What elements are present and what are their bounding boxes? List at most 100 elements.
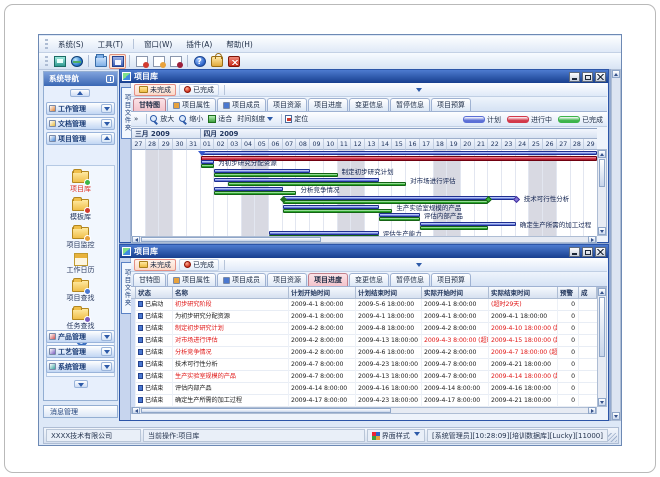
tab-项目进度[interactable]: 项目进度 [308,273,348,286]
zoom-out-button[interactable]: 缩小 [179,114,203,124]
monitor-button[interactable] [51,54,68,69]
column-header-计划结束时间[interactable]: 计划结束时间 [356,287,422,299]
table-window-titlebar[interactable]: 项目库 [120,245,608,258]
doc-add-button[interactable] [133,54,150,69]
table-hscrollbar[interactable] [131,407,597,414]
table-row[interactable]: 已启动初步研究阶段2009-4-1 8:00:002009-5-6 18:00:… [131,299,597,311]
group-chevron-button[interactable] [101,332,112,341]
menu-item-窗口[interactable]: 窗口(W) [137,37,179,52]
sidebar-item-项目库[interactable]: 项目库 [47,166,114,194]
actual-bar[interactable] [201,164,215,168]
locate-button[interactable]: 定位 [285,114,308,124]
tab-暂停信息[interactable]: 暂停信息 [390,273,430,286]
restore-button[interactable] [582,247,593,257]
sidebar-group-工艺管理[interactable]: 工艺管理 [46,345,115,358]
gantt-vscrollbar[interactable] [597,149,607,236]
tab-项目进度[interactable]: 项目进度 [308,98,348,111]
sidebar-group-项目管理[interactable]: 项目管理 [46,132,115,145]
tab-项目成员[interactable]: 项目成员 [217,273,266,286]
table-row[interactable]: 已结束分析竞争情况2009-4-2 8:00:002009-4-6 18:00:… [131,347,597,359]
sidebar-group-产品管理[interactable]: 产品管理 [46,330,115,343]
actual-bar[interactable] [214,191,296,195]
close-button[interactable] [595,72,606,82]
tab-暂停信息[interactable]: 暂停信息 [390,98,430,111]
table-vscrollbar[interactable] [597,287,607,407]
restore-button[interactable] [582,72,593,82]
actual-bar[interactable] [420,226,489,230]
incomplete-filter-button[interactable]: 未完成 [134,259,176,271]
sidebar-item-任务查找[interactable]: 任务查找 [47,303,114,331]
group-chevron-button[interactable] [101,104,112,113]
tab-项目资源[interactable]: 项目资源 [267,273,307,286]
actual-bar[interactable] [283,209,393,213]
summary-plan-bar[interactable] [201,151,597,155]
table-row[interactable]: 已结束生产实验室规模的产品2009-4-7 8:00:002009-4-13 1… [131,371,597,383]
plan-bar[interactable] [283,196,516,200]
group-chevron-button[interactable] [101,362,112,371]
timescale-dropdown[interactable]: 时间刻度 [237,114,273,124]
tab-变更信息[interactable]: 变更信息 [349,273,389,286]
sidebar-tab-message-management[interactable]: 消息管理 [43,405,118,418]
pin-icon[interactable] [106,75,114,83]
filter-dropdown-icon[interactable] [416,263,422,267]
resize-grip[interactable] [608,433,617,442]
ui-style-dropdown[interactable]: 界面样式 [367,429,425,442]
column-header-预警[interactable]: 预警 [558,287,579,299]
sidebar-item-工作日历[interactable]: 工作日历 [47,250,114,275]
menu-item-工具[interactable]: 工具(T) [91,37,130,52]
tab-项目预算[interactable]: 项目预算 [431,98,471,111]
table-row[interactable]: 已结束确定生产所需的加工过程2009-4-17 8:00:002009-4-23… [131,395,597,407]
folder-button[interactable] [92,54,109,69]
sidebar-group-工作管理[interactable]: 工作管理 [46,102,115,115]
sidebar-item-项目查找[interactable]: 项目查找 [47,275,114,303]
doc-del-button[interactable] [167,54,184,69]
actual-bar[interactable] [214,173,337,177]
group-chevron-button[interactable] [101,347,112,356]
column-header-实际结束时间[interactable]: 实际结束时间 [489,287,558,299]
table-row[interactable]: 已结束技术可行性分析2009-4-7 8:00:002009-4-23 18:0… [131,359,597,371]
sidebar-item-项目监控[interactable]: 项目监控 [47,222,114,250]
more-tools-button[interactable]: » [134,115,138,123]
tab-甘特图[interactable]: 甘特图 [133,98,166,111]
exit-button[interactable] [225,54,242,69]
minimize-button[interactable] [569,247,580,257]
actual-bar[interactable] [379,217,420,221]
project-folder-tab[interactable]: 项目文件夹 [121,87,131,139]
gantt-hscrollbar[interactable] [131,236,597,243]
minimize-button[interactable] [569,72,580,82]
sidebar-collapse-button[interactable] [70,89,90,97]
column-header-实际开始时间[interactable]: 实际开始时间 [422,287,489,299]
column-header-名称[interactable]: 名称 [173,287,289,299]
complete-filter-button[interactable]: 已完成 [179,259,219,271]
sidebar-group-文档管理[interactable]: 文档管理 [46,117,115,130]
menu-item-插件[interactable]: 插件(A) [179,37,219,52]
close-button[interactable] [595,247,606,257]
mdi-scrollbar[interactable] [611,69,621,421]
sidebar-item-模板库[interactable]: 模板库 [47,194,114,222]
gantt-window-titlebar[interactable]: 项目库 [120,70,608,83]
table-row[interactable]: 已结束评估内部产品2009-4-14 8:00:002009-4-16 18:0… [131,383,597,395]
complete-filter-button[interactable]: 已完成 [179,84,219,96]
filter-dropdown-icon[interactable] [416,88,422,92]
tab-项目属性[interactable]: 项目属性 [167,98,216,111]
column-header-计划开始时间[interactable]: 计划开始时间 [289,287,356,299]
gantt-body[interactable]: 为初步研究分配资源制定初步研究计划对市场进行评估分析竞争情况技术可行性分析生产实… [132,150,597,237]
menu-item-帮助[interactable]: 帮助(H) [219,37,260,52]
menu-item-系统[interactable]: 系统(S) [51,37,91,52]
group-chevron-button[interactable] [101,134,112,143]
lock-button[interactable] [208,54,225,69]
tab-变更信息[interactable]: 变更信息 [349,98,389,111]
tab-项目预算[interactable]: 项目预算 [431,273,471,286]
column-header-状态[interactable]: 状态 [136,287,173,299]
sidebar-overflow-button[interactable] [74,380,88,388]
sidebar-group-系统管理[interactable]: 系统管理 [46,360,115,373]
zoom-in-button[interactable]: 放大 [150,114,174,124]
plan-bar[interactable] [283,205,379,209]
incomplete-filter-button[interactable]: 未完成 [134,84,176,96]
tab-项目资源[interactable]: 项目资源 [267,98,307,111]
table-row[interactable]: 已结束对市场进行评估2009-4-2 8:00:002009-4-13 18:0… [131,335,597,347]
table-row[interactable]: 已结束制定初步研究计划2009-4-2 8:00:002009-4-8 18:0… [131,323,597,335]
group-chevron-button[interactable] [101,119,112,128]
table-row[interactable]: 已结束为初步研究分配资源2009-4-1 8:00:002009-4-1 18:… [131,311,597,323]
globe-button[interactable] [68,54,85,69]
